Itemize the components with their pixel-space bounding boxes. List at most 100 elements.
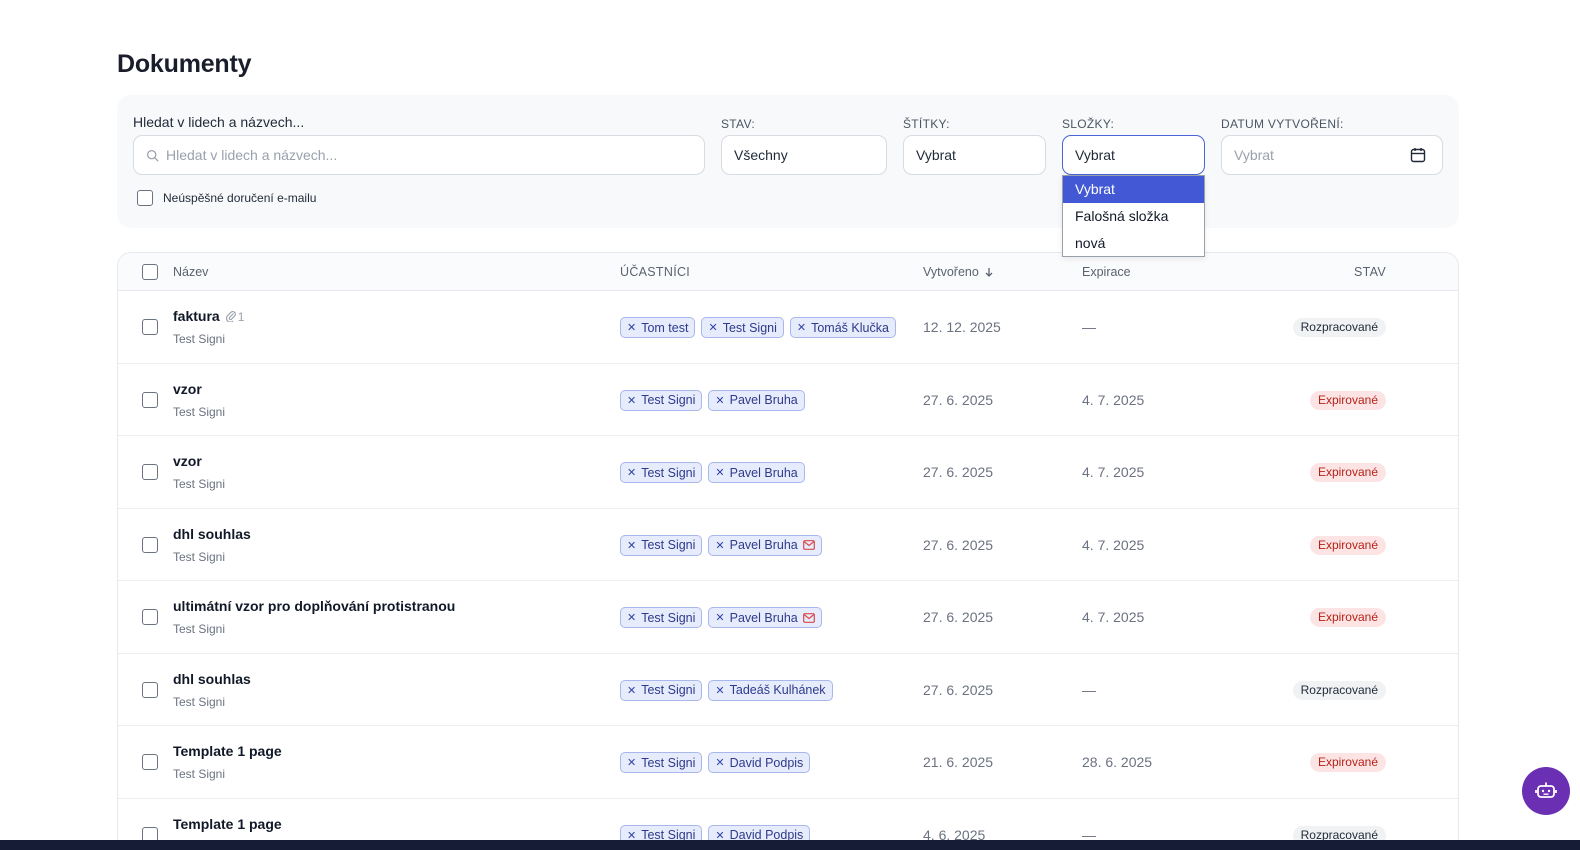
search-icon	[146, 149, 159, 162]
participant-chip[interactable]: ✕ Pavel Bruha	[708, 607, 822, 628]
row-checkbox[interactable]	[142, 754, 158, 770]
table-row[interactable]: vzor Test Signi ✕ Test Signi ✕ Pavel Bruha …	[118, 364, 1458, 436]
close-icon[interactable]: ✕	[715, 539, 724, 552]
participants-list: ✕ Test Signi ✕ Tadeáš Kulhánek	[620, 679, 833, 701]
participant-name: Test Signi	[641, 538, 696, 552]
status-badge: Expirované	[1309, 753, 1386, 772]
chat-bot-button[interactable]	[1522, 767, 1570, 815]
status-badge: Expirované	[1309, 535, 1386, 555]
header-name[interactable]: Název	[173, 265, 208, 279]
row-checkbox[interactable]	[142, 536, 158, 553]
documents-table: Název ÚČASTNÍCI Vytvořeno Expirace STAV …	[117, 252, 1459, 850]
participant-chip[interactable]: ✕ Test Signi	[620, 752, 703, 773]
document-name[interactable]: ultimátní vzor pro doplňování protistran…	[173, 598, 455, 614]
date-picker[interactable]: Vybrat	[1221, 135, 1443, 175]
document-owner: Test Signi	[173, 477, 226, 491]
tags-select[interactable]: Vybrat	[903, 135, 1046, 175]
close-icon[interactable]: ✕	[715, 611, 724, 624]
document-name[interactable]: dhl souhlas	[173, 526, 251, 542]
document-name[interactable]: Template 1 page	[173, 816, 282, 832]
close-icon[interactable]: ✕	[627, 611, 636, 624]
close-icon[interactable]: ✕	[708, 321, 717, 334]
close-icon[interactable]: ✕	[627, 539, 636, 552]
document-name[interactable]: dhl souhlas	[173, 671, 251, 687]
close-icon[interactable]: ✕	[627, 321, 636, 334]
participant-chip[interactable]: ✕ Test Signi	[620, 389, 703, 411]
document-owner: Test Signi	[173, 404, 226, 419]
folders-option[interactable]: Vybrat	[1063, 176, 1204, 203]
participants-list: ✕ Tom test ✕ Test Signi ✕ Tomáš Klučka	[620, 317, 896, 338]
participant-name: Pavel Bruha	[729, 610, 798, 625]
status-badge: Rozpracované	[1292, 680, 1386, 700]
participant-chip[interactable]: ✕ Tom test	[620, 317, 696, 338]
document-name[interactable]: vzor	[173, 453, 202, 469]
participant-chip[interactable]: ✕ Tomáš Klučka	[789, 317, 896, 338]
table-row[interactable]: dhl souhlas Test Signi ✕ Test Signi ✕ Pavel…	[118, 509, 1458, 581]
expiry-date: 4. 7. 2025	[1082, 536, 1145, 553]
table-row[interactable]: ultimátní vzor pro doplňování protistran…	[118, 581, 1458, 654]
bot-chat-icon	[1535, 782, 1557, 798]
search-input[interactable]: Hledat v lidech a názvech...	[133, 135, 705, 175]
close-icon[interactable]: ✕	[715, 684, 724, 697]
failed-email-checkbox[interactable]	[137, 190, 153, 206]
participants-list: ✕ Test Signi ✕ Pavel Bruha	[620, 462, 805, 483]
participant-name: Test Signi	[641, 465, 696, 480]
table-row[interactable]: vzor Test Signi ✕ Test Signi ✕ Pavel Bruha …	[118, 436, 1458, 509]
close-icon[interactable]: ✕	[715, 466, 724, 479]
participant-chip[interactable]: ✕ Test Signi	[620, 607, 703, 628]
created-date: 27. 6. 2025	[923, 681, 994, 698]
table-row[interactable]: faktura 1 Test Signi ✕ Tom test ✕ Test Signi…	[118, 291, 1458, 364]
participants-list: ✕ Test Signi ✕ Pavel Bruha	[620, 534, 822, 556]
table-row[interactable]: dhl souhlas Test Signi ✕ Test Signi ✕ Tadeá…	[118, 654, 1458, 726]
row-checkbox[interactable]	[142, 681, 158, 698]
status-filter-label: STAV:	[721, 117, 755, 131]
header-expiry[interactable]: Expirace	[1082, 265, 1131, 279]
participant-name: Pavel Bruha	[729, 393, 798, 407]
participant-chip[interactable]: ✕ Pavel Bruha	[708, 389, 805, 411]
expiry-date: 4. 7. 2025	[1082, 609, 1145, 625]
folders-select[interactable]: Vybrat	[1062, 135, 1205, 175]
row-checkbox[interactable]	[142, 391, 158, 408]
document-name[interactable]: faktura 1	[173, 308, 244, 324]
folders-option[interactable]: nová	[1063, 230, 1204, 257]
folders-option[interactable]: Falošná složka	[1063, 203, 1204, 230]
close-icon[interactable]: ✕	[627, 684, 636, 697]
participant-chip[interactable]: ✕ Pavel Bruha	[708, 534, 822, 556]
participant-chip[interactable]: ✕ Pavel Bruha	[708, 462, 805, 483]
expiry-date: 28. 6. 2025	[1082, 754, 1153, 770]
close-icon[interactable]: ✕	[715, 394, 724, 407]
close-icon[interactable]: ✕	[797, 321, 806, 334]
taskbar-strip	[0, 840, 1580, 850]
row-checkbox[interactable]	[142, 319, 158, 335]
select-all-checkbox[interactable]	[142, 264, 158, 280]
participant-chip[interactable]: ✕ Test Signi	[620, 462, 703, 483]
table-row[interactable]: Template 1 page Test Signi ✕ Test Signi ✕ D…	[118, 726, 1458, 799]
participant-chip[interactable]: ✕ David Podpis	[708, 752, 811, 773]
status-badge: Expirované	[1309, 463, 1386, 482]
table-header: Název ÚČASTNÍCI Vytvořeno Expirace STAV	[118, 253, 1458, 291]
participant-name: Test Signi	[722, 320, 777, 335]
close-icon[interactable]: ✕	[715, 756, 724, 769]
expiry-date: 4. 7. 2025	[1082, 391, 1145, 408]
expiry-date: 4. 7. 2025	[1082, 464, 1145, 480]
header-created[interactable]: Vytvořeno	[923, 265, 994, 279]
participant-chip[interactable]: ✕ Test Signi	[701, 317, 784, 338]
document-owner: Test Signi	[173, 549, 226, 564]
participant-name: Test Signi	[641, 755, 696, 770]
close-icon[interactable]: ✕	[627, 394, 636, 407]
participant-chip[interactable]: ✕ Test Signi	[620, 534, 703, 556]
row-checkbox[interactable]	[142, 609, 158, 625]
document-name[interactable]: Template 1 page	[173, 743, 282, 759]
participant-name: Test Signi	[641, 683, 696, 697]
created-date: 12. 12. 2025	[923, 319, 1001, 335]
status-select[interactable]: Všechny	[721, 135, 887, 175]
participant-chip[interactable]: ✕ Tadeáš Kulhánek	[708, 679, 833, 701]
close-icon[interactable]: ✕	[627, 756, 636, 769]
folders-dropdown[interactable]: Vybrat Falošná složka nová	[1062, 175, 1205, 257]
document-name[interactable]: vzor	[173, 381, 202, 397]
failed-email-filter[interactable]: Neúspěšné doručení e-mailu	[137, 190, 316, 206]
row-checkbox[interactable]	[142, 464, 158, 480]
participant-chip[interactable]: ✕ Test Signi	[620, 679, 703, 701]
document-owner: Test Signi	[173, 694, 226, 709]
close-icon[interactable]: ✕	[627, 466, 636, 479]
